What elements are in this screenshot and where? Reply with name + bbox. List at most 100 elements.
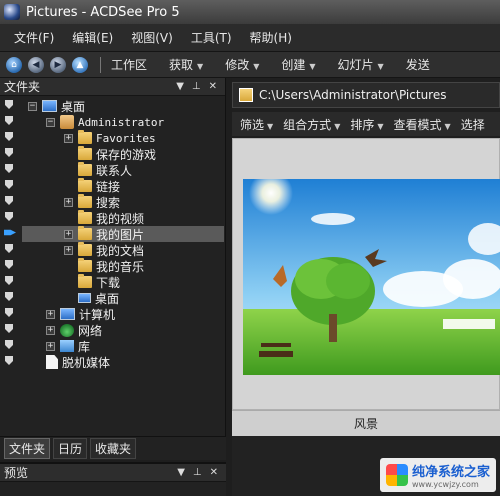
- pin-icon[interactable]: [5, 148, 13, 157]
- preview-panel-title: 预览: [4, 466, 29, 480]
- pin-icon[interactable]: [5, 212, 13, 221]
- library-icon: [60, 340, 74, 352]
- pin-column: [0, 96, 18, 436]
- menu-view[interactable]: 视图(V): [131, 29, 173, 46]
- collapse-icon[interactable]: −: [46, 117, 55, 127]
- expand-icon[interactable]: +: [46, 341, 55, 351]
- tree-item-computer[interactable]: + 计算机: [46, 306, 115, 322]
- pin-icon[interactable]: [5, 340, 13, 349]
- tab-folders[interactable]: 文件夹: [4, 438, 51, 459]
- chevron-down-icon: ▼: [377, 121, 384, 131]
- menu-help[interactable]: 帮助(H): [250, 29, 292, 46]
- tree-item-desktop[interactable]: − 桌面: [28, 98, 85, 114]
- send-menu[interactable]: 发送: [406, 56, 430, 73]
- landscape-thumbnail[interactable]: [243, 179, 500, 375]
- pin-icon[interactable]: [5, 196, 13, 205]
- dropdown-icon[interactable]: ▼: [177, 467, 185, 478]
- menu-bar: 文件(F) 编辑(E) 视图(V) 工具(T) 帮助(H): [0, 24, 500, 52]
- tab-favorites[interactable]: 收藏夹: [90, 438, 137, 459]
- tree-item-library[interactable]: + 库: [46, 338, 90, 354]
- tab-calendar[interactable]: 日历: [53, 438, 88, 459]
- thumbnail-item[interactable]: [232, 138, 500, 410]
- file-icon: [46, 355, 58, 369]
- back-icon[interactable]: ◀: [28, 56, 44, 73]
- expand-icon[interactable]: +: [46, 325, 55, 335]
- pin-icon[interactable]: [5, 292, 13, 301]
- expand-icon[interactable]: +: [64, 229, 73, 239]
- pin-icon-active[interactable]: [4, 229, 16, 236]
- dropdown-icon[interactable]: ▼: [176, 81, 184, 92]
- pin-icon[interactable]: [5, 164, 13, 173]
- expand-icon[interactable]: +: [64, 197, 73, 207]
- tree-item-contacts[interactable]: 联系人: [78, 162, 132, 178]
- modify-menu[interactable]: 修改 ▼: [225, 56, 259, 73]
- pin-icon[interactable]: ⊥: [193, 467, 202, 478]
- create-menu[interactable]: 创建 ▼: [281, 56, 315, 73]
- chevron-down-icon: ▼: [253, 62, 260, 71]
- folder-icon: [78, 178, 92, 192]
- acquire-menu[interactable]: 获取 ▼: [169, 56, 203, 73]
- path-bar[interactable]: C:\Users\Administrator\Pictures: [232, 82, 500, 108]
- up-icon[interactable]: ▲: [72, 56, 88, 73]
- window-title: Pictures - ACDSee Pro 5: [26, 4, 180, 20]
- filter-bar: 筛选 ▼ 组合方式 ▼ 排序 ▼ 查看模式 ▼ 选择: [232, 112, 500, 136]
- sort-menu[interactable]: 排序 ▼: [350, 116, 383, 133]
- tree-item-my-music[interactable]: 我的音乐: [78, 258, 144, 274]
- menu-edit[interactable]: 编辑(E): [72, 29, 113, 46]
- chevron-down-icon: ▼: [197, 62, 204, 71]
- left-panel-tabs: 文件夹 日历 收藏夹: [0, 436, 226, 460]
- site-logo-icon: [385, 464, 408, 486]
- chevron-down-icon: ▼: [377, 62, 384, 71]
- folder-icon: [78, 226, 92, 240]
- group-by-menu[interactable]: 组合方式 ▼: [283, 116, 340, 133]
- expand-icon[interactable]: +: [64, 133, 73, 143]
- pin-icon[interactable]: [5, 116, 13, 125]
- filter-menu[interactable]: 筛选 ▼: [240, 116, 273, 133]
- tree-item-downloads[interactable]: 下载: [78, 274, 120, 290]
- folders-panel-title: 文件夹: [4, 80, 41, 94]
- pin-icon[interactable]: [5, 356, 13, 365]
- view-mode-menu[interactable]: 查看模式 ▼: [394, 116, 451, 133]
- tree-item-administrator[interactable]: − Administrator: [46, 114, 164, 130]
- pin-icon[interactable]: [5, 100, 13, 109]
- tree-item-searches[interactable]: + 搜索: [64, 194, 120, 210]
- folder-icon: [78, 274, 92, 288]
- folder-icon: [78, 210, 92, 224]
- tree-item-network[interactable]: + 网络: [46, 322, 102, 338]
- acdsee-app-icon: [4, 4, 20, 20]
- close-icon[interactable]: ✕: [210, 467, 218, 478]
- file-list-panel: C:\Users\Administrator\Pictures 筛选 ▼ 组合方式…: [232, 78, 500, 496]
- tree-item-my-documents[interactable]: + 我的文档: [64, 242, 144, 258]
- expand-icon[interactable]: +: [64, 245, 73, 255]
- pin-icon[interactable]: [5, 276, 13, 285]
- pin-icon[interactable]: [5, 260, 13, 269]
- folders-panel-header: 文件夹 ▼ ⊥ ✕: [0, 78, 225, 96]
- pin-icon[interactable]: [5, 244, 13, 253]
- pin-icon[interactable]: [5, 308, 13, 317]
- expand-icon[interactable]: +: [46, 309, 55, 319]
- pin-icon[interactable]: ⊥: [192, 81, 201, 92]
- tree-item-saved-games[interactable]: 保存的游戏: [78, 146, 156, 162]
- select-menu[interactable]: 选择: [461, 116, 485, 133]
- title-bar: Pictures - ACDSee Pro 5: [0, 0, 500, 24]
- pin-icon[interactable]: [5, 180, 13, 189]
- workspace-menu[interactable]: 工作区: [111, 56, 147, 73]
- tree-item-favorites[interactable]: + Favorites: [64, 130, 156, 146]
- menu-file[interactable]: 文件(F): [14, 29, 54, 46]
- pin-icon[interactable]: [5, 324, 13, 333]
- tree-item-links[interactable]: 链接: [78, 178, 120, 194]
- desktop-icon: [42, 100, 57, 112]
- folder-icon: [239, 88, 253, 102]
- thumbnail-area: 风景 纯净系统之家 www.ycwjzy.com: [232, 138, 500, 496]
- home-icon[interactable]: ⌂: [6, 56, 22, 73]
- tree-item-my-pictures-selected[interactable]: + 我的图片: [22, 226, 224, 242]
- collapse-icon[interactable]: −: [28, 101, 37, 111]
- tree-item-desktop-sub[interactable]: 桌面: [78, 290, 119, 306]
- menu-tools[interactable]: 工具(T): [191, 29, 232, 46]
- tree-item-my-videos[interactable]: 我的视频: [78, 210, 144, 226]
- tree-item-offline-media[interactable]: 脱机媒体: [46, 354, 110, 370]
- forward-icon[interactable]: ▶: [50, 56, 66, 73]
- close-icon[interactable]: ✕: [209, 81, 217, 92]
- slideshow-menu[interactable]: 幻灯片 ▼: [338, 56, 384, 73]
- pin-icon[interactable]: [5, 132, 13, 141]
